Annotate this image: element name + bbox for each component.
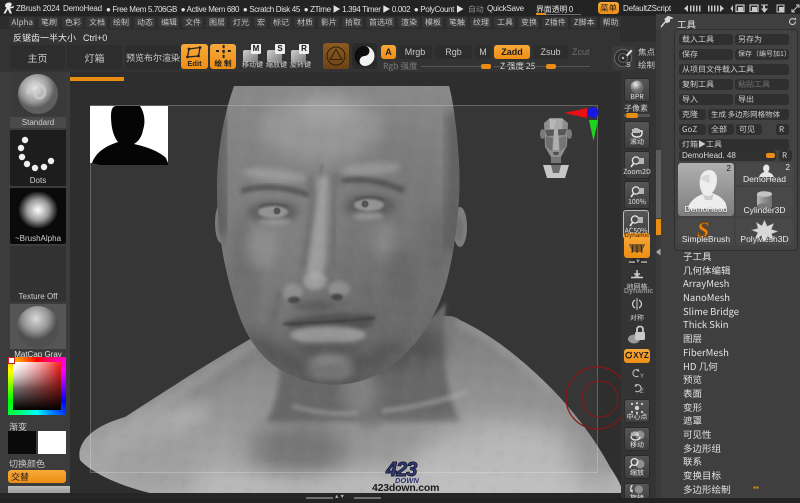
svg-text:S: S (626, 62, 631, 69)
svg-text:423down.com: 423down.com (372, 482, 439, 493)
svg-text:Y: Y (640, 374, 644, 379)
svg-text:Z: Z (640, 389, 644, 394)
